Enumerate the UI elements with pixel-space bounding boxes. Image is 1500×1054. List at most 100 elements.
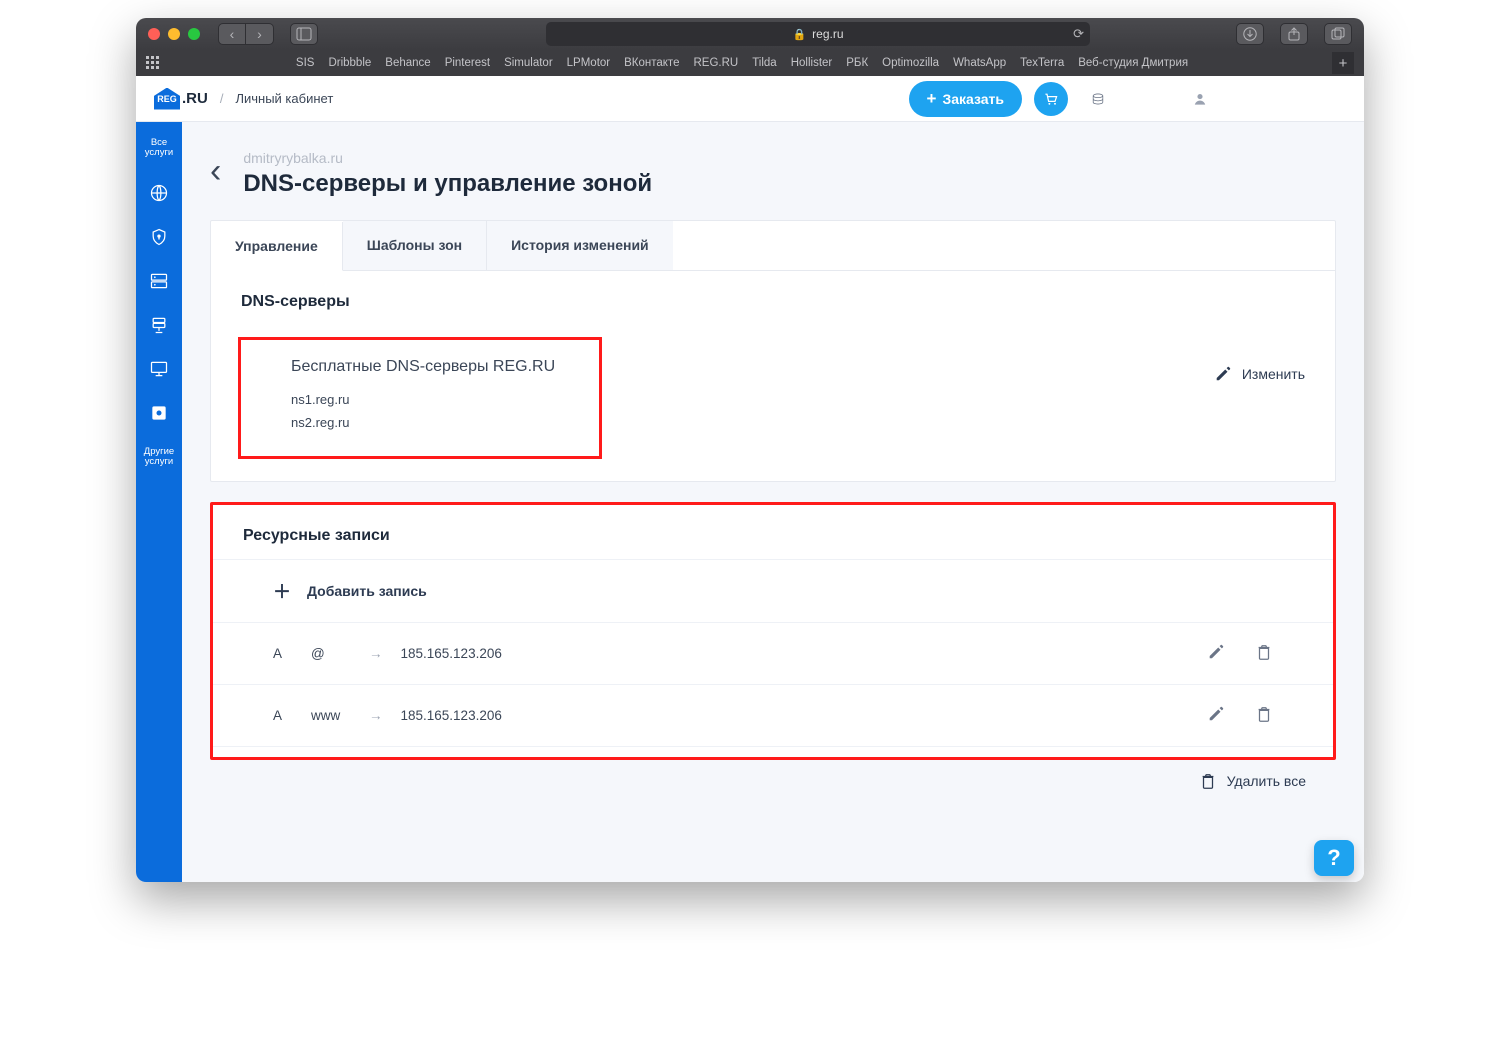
pencil-icon: [1207, 643, 1225, 661]
record-value: 185.165.123.206: [401, 708, 1190, 723]
close-window-button[interactable]: [148, 28, 160, 40]
record-host: www: [311, 708, 351, 723]
sidebar-item-servers[interactable]: [136, 349, 182, 389]
page-body: Все услуги Другие услуги: [136, 122, 1364, 882]
monitor-icon: [149, 359, 169, 379]
site-header: REG .RU / Личный кабинет + Заказать: [136, 76, 1364, 122]
record-type: A: [273, 708, 293, 723]
downloads-button[interactable]: [1236, 23, 1264, 45]
logo-suffix: .RU: [182, 90, 208, 107]
delete-record-button[interactable]: [1255, 643, 1273, 664]
edit-record-button[interactable]: [1207, 705, 1225, 726]
minimize-window-button[interactable]: [168, 28, 180, 40]
sidebar-item-domains[interactable]: [136, 173, 182, 213]
order-button[interactable]: + Заказать: [909, 81, 1022, 117]
balance-chip[interactable]: [1080, 85, 1170, 113]
order-label: Заказать: [942, 91, 1004, 107]
cart-button[interactable]: [1034, 82, 1068, 116]
page-title: DNS-серверы и управление зоной: [243, 170, 652, 198]
favorite-link[interactable]: Dribbble: [328, 57, 371, 69]
trash-icon: [1255, 643, 1273, 661]
records-section-title: Ресурсные записи: [243, 527, 1303, 545]
url-host: reg.ru: [812, 27, 843, 41]
trash-icon: [1199, 772, 1217, 790]
arrow-icon: →: [369, 708, 383, 723]
globe-icon: [149, 183, 169, 203]
add-record-button[interactable]: ＋ Добавить запись: [213, 559, 1333, 623]
sidebar-item-backup[interactable]: [136, 393, 182, 433]
favorite-link[interactable]: TexTerra: [1020, 57, 1064, 69]
domain-name: dmitryrybalka.ru: [243, 150, 652, 166]
new-tab-button[interactable]: +: [1332, 52, 1354, 74]
favorite-link[interactable]: Tilda: [752, 57, 777, 69]
plus-icon: +: [927, 89, 937, 109]
favorite-link[interactable]: Simulator: [504, 57, 553, 69]
sidebar-item-vps[interactable]: [136, 305, 182, 345]
ns-entry: ns2.reg.ru: [291, 415, 563, 430]
record-row: A @ → 185.165.123.206: [213, 623, 1333, 685]
zoom-window-button[interactable]: [188, 28, 200, 40]
layers-icon: [149, 315, 169, 335]
page-head: ‹ dmitryrybalka.ru DNS-серверы и управле…: [210, 150, 1336, 198]
favorite-link[interactable]: Behance: [385, 57, 430, 69]
top-sites-icon[interactable]: [146, 56, 160, 70]
dns-servers-box: Бесплатные DNS-серверы REG.RU ns1.reg.ru…: [211, 337, 1335, 481]
plus-icon: ＋: [273, 578, 291, 604]
logo-mark-icon: REG: [154, 88, 180, 110]
dns-section-title: DNS-серверы: [241, 293, 1305, 311]
dns-card: Управление Шаблоны зон История изменений…: [210, 220, 1336, 482]
tabs-button[interactable]: [1324, 23, 1352, 45]
tab-templates[interactable]: Шаблоны зон: [343, 221, 487, 270]
user-chip[interactable]: [1182, 85, 1346, 113]
favorite-link[interactable]: REG.RU: [693, 57, 738, 69]
browser-titlebar: ‹ › 🔒 reg.ru ⟳: [136, 18, 1364, 50]
browser-window: ‹ › 🔒 reg.ru ⟳ SIS Dribb: [136, 18, 1364, 882]
site-logo[interactable]: REG .RU: [154, 88, 208, 110]
dns-subtitle: Бесплатные DNS-серверы REG.RU: [291, 358, 555, 376]
favorite-link[interactable]: LPMotor: [567, 57, 610, 69]
share-button[interactable]: [1280, 23, 1308, 45]
sidebar-item-hosting[interactable]: [136, 261, 182, 301]
favorite-link[interactable]: SIS: [296, 57, 315, 69]
pencil-icon: [1207, 705, 1225, 723]
sidebar-item-other[interactable]: Другие услуги: [136, 437, 182, 478]
records-card: Ресурсные записи ＋ Добавить запись A @ →…: [210, 502, 1336, 760]
back-button[interactable]: ‹: [210, 154, 221, 198]
favorite-link[interactable]: Веб-студия Дмитрия: [1078, 57, 1188, 69]
breadcrumb[interactable]: Личный кабинет: [235, 91, 333, 106]
favorite-link[interactable]: WhatsApp: [953, 57, 1006, 69]
user-icon: [1192, 91, 1208, 107]
favorite-link[interactable]: Pinterest: [445, 57, 490, 69]
sidebar-item-all-services[interactable]: Все услуги: [136, 128, 182, 169]
favorites-bar: SIS Dribbble Behance Pinterest Simulator…: [136, 50, 1364, 76]
sidebar-item-ssl[interactable]: [136, 217, 182, 257]
reload-button[interactable]: ⟳: [1073, 26, 1084, 42]
favorite-link[interactable]: Hollister: [791, 57, 833, 69]
favorite-link[interactable]: Optimozilla: [882, 57, 939, 69]
help-widget-button[interactable]: ?: [1314, 840, 1354, 876]
ns-entry: ns1.reg.ru: [291, 392, 563, 407]
change-dns-button[interactable]: Изменить: [1214, 337, 1305, 383]
breadcrumb-separator: /: [220, 91, 224, 106]
favorite-link[interactable]: ВКонтакте: [624, 57, 679, 69]
dns-section: DNS-серверы: [211, 271, 1335, 337]
delete-all-button[interactable]: Удалить все: [210, 760, 1336, 802]
edit-record-button[interactable]: [1207, 643, 1225, 664]
record-host: @: [311, 646, 351, 661]
coins-icon: [1090, 91, 1106, 107]
lock-icon: 🔒: [792, 28, 806, 41]
tab-manage[interactable]: Управление: [211, 222, 343, 271]
add-record-label: Добавить запись: [307, 583, 427, 599]
delete-record-button[interactable]: [1255, 705, 1273, 726]
delete-all-label: Удалить все: [1227, 773, 1306, 789]
nav-forward-button[interactable]: ›: [246, 23, 274, 45]
sidebar-toggle-button[interactable]: [290, 23, 318, 45]
nav-back-button[interactable]: ‹: [218, 23, 246, 45]
record-row: A www → 185.165.123.206: [213, 685, 1333, 747]
arrow-icon: →: [369, 646, 383, 661]
tab-history[interactable]: История изменений: [487, 221, 673, 270]
favorite-link[interactable]: РБК: [846, 57, 868, 69]
disk-icon: [149, 403, 169, 423]
address-bar[interactable]: 🔒 reg.ru ⟳: [546, 22, 1090, 46]
change-dns-label: Изменить: [1242, 366, 1305, 382]
